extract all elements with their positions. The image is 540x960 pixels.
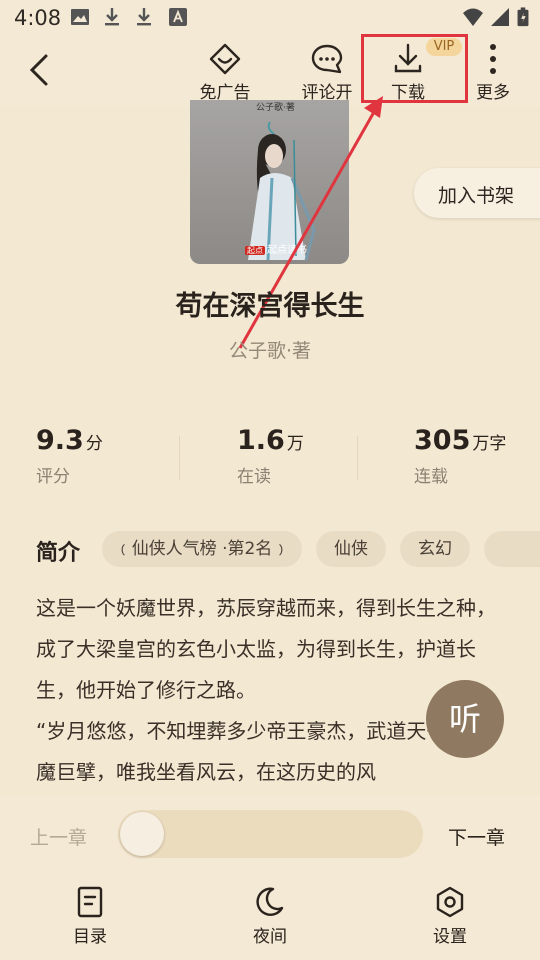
slider-thumb[interactable] [120, 812, 164, 856]
reader-bottom-bar: 上一章 下一章 目录 夜间 设置 [0, 796, 540, 960]
catalog-label: 目录 [73, 927, 107, 947]
readers-value: 1.6 [237, 425, 285, 456]
word-count-unit: 万字 [472, 434, 507, 454]
rating-caption: 评分 [36, 467, 70, 487]
rating-value: 9.3 [36, 425, 84, 456]
night-mode-button[interactable]: 夜间 [230, 886, 310, 947]
word-count-stat: 305 万字 连载 [414, 425, 506, 487]
genre-tag-xuanhuan[interactable]: 玄幻 [400, 531, 470, 567]
book-description: 这是一个妖魔世界，苏辰穿越而来，得到长生之种，成了大梁皇宫的玄色小太监，为得到长… [36, 588, 504, 793]
laurel-right-icon: ﹚ [272, 539, 290, 559]
readers-caption: 在读 [237, 467, 271, 487]
moon-icon [256, 887, 284, 916]
genre-tag-more[interactable] [484, 531, 540, 567]
book-author[interactable]: 公子歌·著 [0, 336, 540, 363]
word-count-value: 305 [414, 425, 471, 456]
catalog-button[interactable]: 目录 [50, 886, 130, 947]
listen-button[interactable]: 听 [426, 680, 504, 758]
laurel-left-icon: ﹙ [114, 539, 132, 559]
chapter-progress-slider[interactable] [118, 810, 423, 858]
readers-stat: 1.6 万 在读 [237, 425, 304, 487]
next-chapter-button[interactable]: 下一章 [448, 823, 505, 850]
settings-label: 设置 [433, 927, 467, 947]
night-mode-label: 夜间 [253, 927, 287, 947]
readers-unit: 万 [286, 434, 304, 454]
word-count-caption: 连载 [414, 467, 448, 487]
rating-stat: 9.3 分 评分 [36, 425, 103, 487]
settings-button[interactable]: 设置 [410, 886, 490, 947]
genre-tag-xianxia[interactable]: 仙侠 [316, 531, 386, 567]
listen-label: 听 [448, 700, 481, 738]
genre-tag-label: 仙侠 [334, 539, 368, 559]
intro-heading: 简介 [36, 541, 81, 566]
catalog-icon [77, 886, 103, 918]
rank-tag[interactable]: ﹙仙侠人气榜 ·第2名﹚ [102, 531, 302, 567]
stat-divider [357, 436, 358, 480]
rank-tag-label: 仙侠人气榜 ·第2名 [131, 539, 273, 559]
stat-divider [179, 436, 180, 480]
book-title: 苟在深宫得长生 [175, 291, 365, 322]
settings-icon [436, 886, 464, 918]
genre-tag-label: 玄幻 [418, 539, 452, 559]
rating-unit: 分 [85, 434, 103, 454]
description-paragraph: 这是一个妖魔世界，苏辰穿越而来，得到长生之种，成了大梁皇宫的玄色小太监，为得到长… [36, 596, 496, 702]
prev-chapter-button[interactable]: 上一章 [30, 823, 87, 850]
